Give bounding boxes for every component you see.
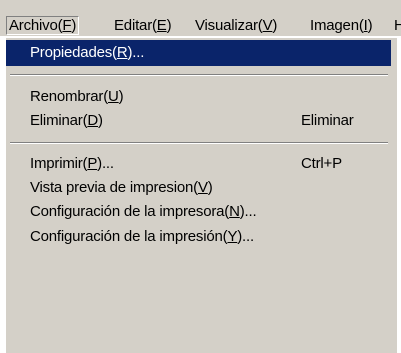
menu-bar: Archivo(F) Editar(E) Visualizar(V) Image… [0,0,401,37]
menu-visualizar[interactable]: Visualizar(V) [195,17,277,35]
menu-item-configuracion-impresion[interactable]: Configuración de la impresión(Y)... [6,224,391,250]
menu-item-label: Configuración de la impresora(N)... [30,203,257,220]
menu-item-imprimir[interactable]: Imprimir(P)... Ctrl+P [6,151,391,177]
menu-visualizar-accel: V [262,17,273,34]
menu-item-eliminar[interactable]: Eliminar(D) Eliminar [6,108,391,134]
menu-editar-end: ) [166,17,172,34]
menu-archivo-label: Archivo( [9,17,63,34]
menu-archivo[interactable]: Archivo(F) [6,16,80,35]
menu-item-shortcut: Eliminar [301,112,354,129]
menu-separator [10,142,388,144]
menu-item-label: Configuración de la impresión(Y)... [30,228,254,245]
menu-item-label: Eliminar(D) [30,112,103,129]
menu-h[interactable]: H [394,17,401,35]
menu-item-label: Vista previa de impresion(V) [30,179,213,196]
menu-item-configuracion-impresora[interactable]: Configuración de la impresora(N)... [6,199,391,225]
archivo-dropdown-menu: Propiedades(R)... Renombrar(U) Eliminar(… [5,37,397,353]
menu-item-label: Propiedades(R)... [30,44,145,61]
menu-editar[interactable]: Editar(E) [114,17,172,35]
menu-imagen-end: ) [367,17,373,34]
menu-item-vista-previa[interactable]: Vista previa de impresion(V) [6,175,391,201]
menu-visualizar-end: ) [272,17,278,34]
menu-item-label: Renombrar(U) [30,88,124,105]
menu-imagen[interactable]: Imagen(I) [310,17,373,35]
menu-visualizar-label: Visualizar( [195,17,263,34]
menu-separator [10,74,388,76]
menu-item-propiedades[interactable]: Propiedades(R)... [6,40,391,66]
menu-item-shortcut: Ctrl+P [301,155,342,172]
menu-editar-accel: E [156,17,167,34]
menu-item-label: Imprimir(P)... [30,155,114,172]
menu-archivo-end: ) [71,17,77,34]
menu-editar-label: Editar( [114,17,157,34]
menu-imagen-label: Imagen( [310,17,364,34]
menu-h-label: H [394,17,401,34]
menu-item-renombrar[interactable]: Renombrar(U) [6,84,391,110]
